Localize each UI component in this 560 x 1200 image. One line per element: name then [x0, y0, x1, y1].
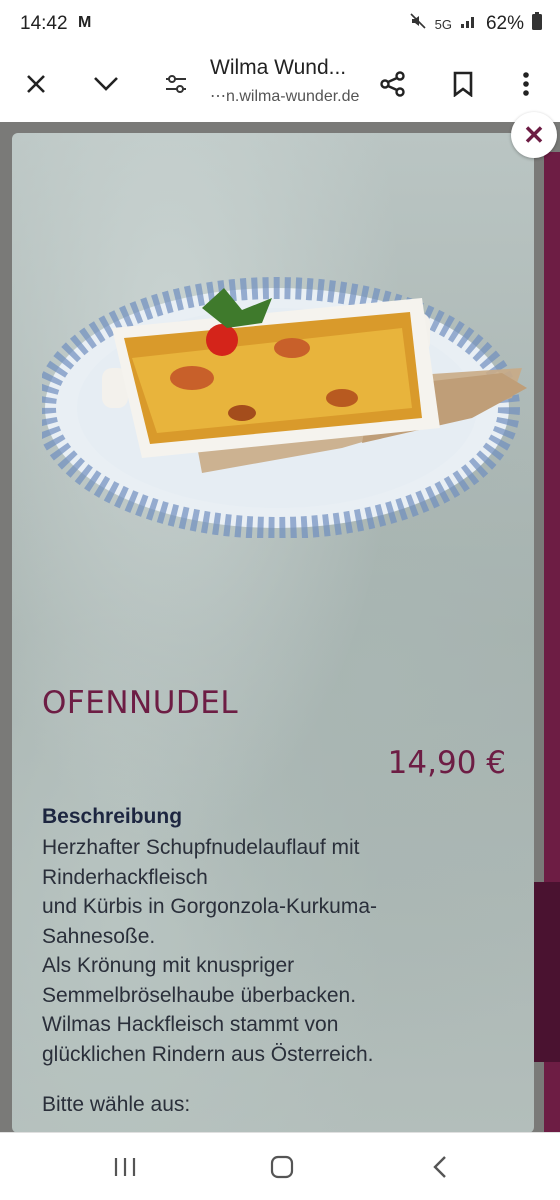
more-options-icon[interactable] — [504, 62, 548, 106]
dish-price: 14,90 € — [387, 745, 506, 781]
browser-toolbar: Wilma Wund... ⋯n.wilma-wunder.de — [0, 48, 560, 122]
site-settings-icon[interactable] — [154, 62, 198, 106]
description-line: Semmelbröselhaube überbacken. — [42, 983, 357, 1007]
description-heading: Beschreibung — [42, 805, 183, 828]
choose-options-label: Bitte wähle aus: — [42, 1093, 191, 1116]
system-nav-bar — [0, 1132, 560, 1200]
description-line: Rinderhackfleisch — [42, 865, 208, 889]
product-modal: OFENNUDEL 14,90 € Beschreibung Herzhafte… — [12, 133, 534, 1133]
network-type: 5G — [434, 16, 452, 32]
close-icon: ✕ — [523, 119, 545, 150]
back-icon[interactable] — [410, 1147, 470, 1187]
close-modal-button[interactable]: ✕ — [511, 112, 557, 158]
description-line: glücklichen Rindern aus Österreich. — [42, 1042, 374, 1066]
page-url[interactable]: ⋯n.wilma-wunder.de — [210, 86, 359, 106]
dish-image — [42, 277, 527, 538]
page-title: Wilma Wund... — [210, 56, 347, 79]
dish-name: OFENNUDEL — [42, 685, 239, 721]
recent-apps-icon[interactable] — [95, 1147, 155, 1187]
status-time: 14:42 — [20, 13, 68, 34]
description-line: Als Krönung mit knuspriger — [42, 954, 295, 977]
description-line: Wilmas Hackfleisch stammt von — [42, 1013, 339, 1036]
battery-level: 62% — [485, 13, 524, 34]
close-tab-icon[interactable] — [14, 62, 58, 106]
status-bar: 14:42 M 5G 62% — [0, 0, 560, 48]
bookmark-icon[interactable] — [441, 62, 485, 106]
description-line: Sahnesoße. — [42, 924, 156, 948]
gmail-icon: M — [78, 14, 92, 31]
signal-icon — [460, 13, 478, 35]
status-right: 5G 62% — [409, 12, 542, 36]
share-icon[interactable] — [371, 62, 415, 106]
description-text: Herzhafter Schupfnudelauflauf mit Rinder… — [42, 833, 512, 1069]
background-block — [532, 882, 560, 1062]
home-icon[interactable] — [252, 1147, 312, 1187]
chevron-down-icon[interactable] — [84, 62, 128, 106]
description-line: Herzhafter Schupfnudelauflauf mit — [42, 836, 360, 859]
battery-icon — [532, 12, 542, 36]
mute-icon — [409, 12, 427, 36]
description-line: und Kürbis in Gorgonzola-Kurkuma- — [42, 895, 377, 918]
